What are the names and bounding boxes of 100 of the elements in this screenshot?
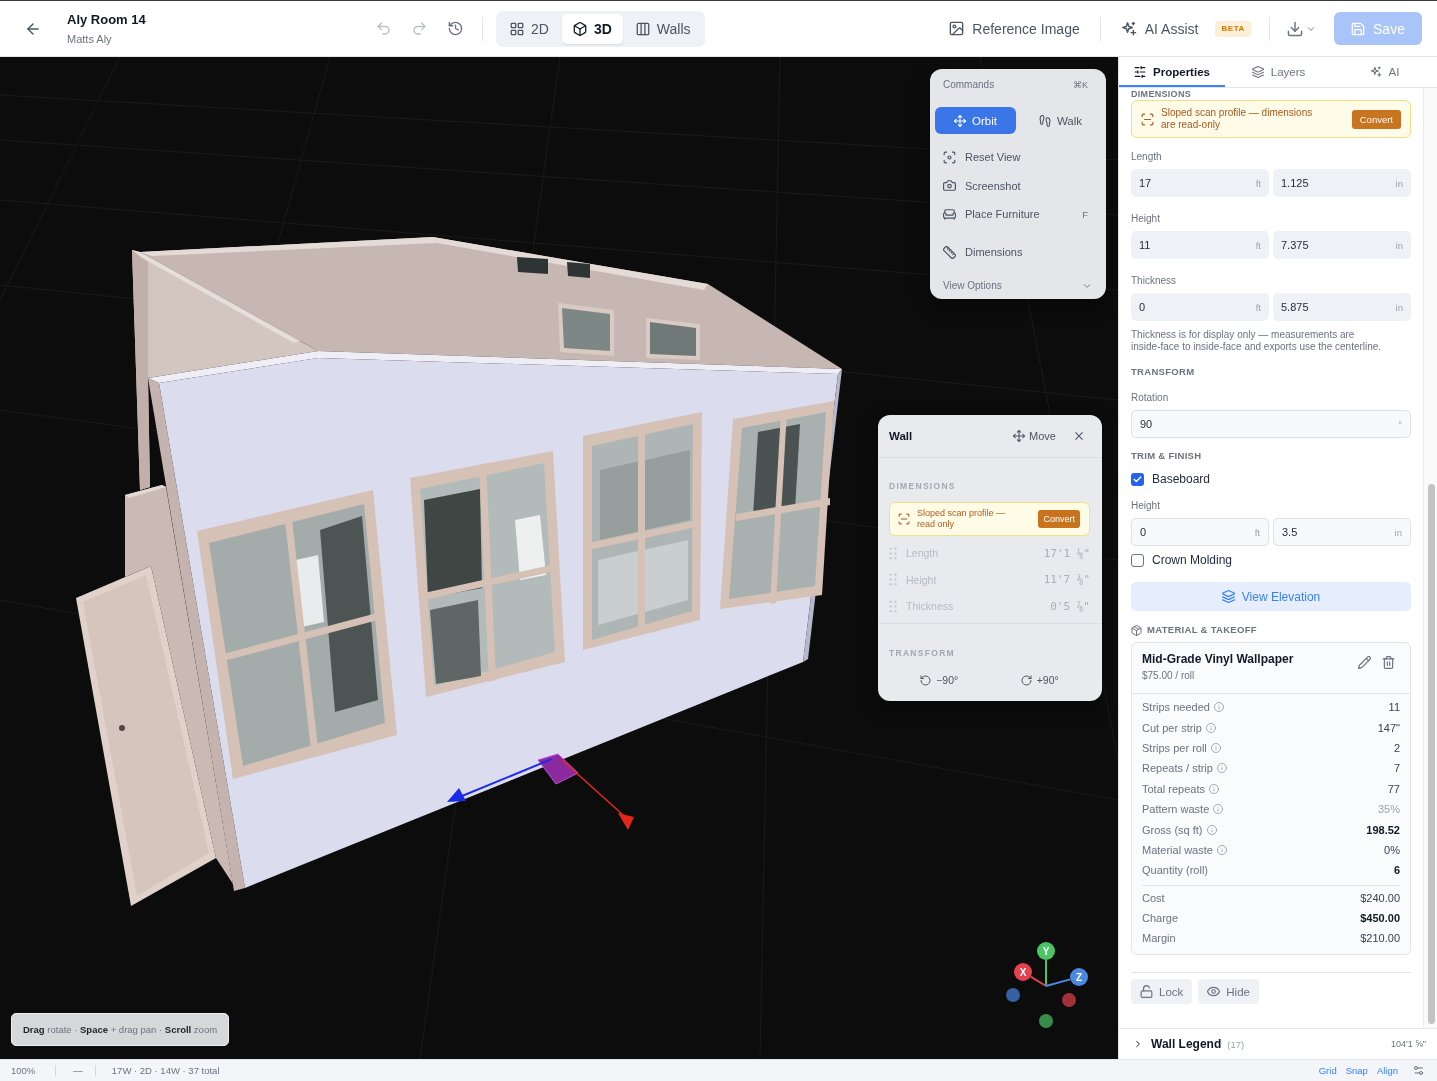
command-item[interactable]: Screenshot [930, 171, 1106, 200]
total-value: $450.00 [1360, 912, 1400, 925]
window[interactable] [517, 257, 548, 274]
arrow-left-icon [25, 20, 41, 37]
checkbox[interactable] [1131, 472, 1144, 486]
edit-button[interactable] [1358, 656, 1371, 669]
redo-icon [411, 21, 427, 36]
move-arrow[interactable] [447, 758, 553, 802]
command-item[interactable]: Place Furniture F [930, 200, 1106, 229]
eye-icon [1207, 985, 1221, 998]
section-heading: DIMENSIONS [889, 481, 957, 491]
convert-button[interactable]: Convert [1038, 510, 1080, 528]
navigation-mode-button[interactable]: Walk [1020, 107, 1101, 134]
measurement-field[interactable]: 0 ft [1131, 518, 1269, 546]
rotate-button[interactable]: +90° [989, 670, 1090, 690]
move-button[interactable]: Move [1013, 430, 1056, 442]
cube-icon [572, 21, 587, 36]
delete-button[interactable] [1382, 656, 1395, 669]
takeoff-value: 6 [1393, 864, 1400, 877]
controls-hint: Drag rotate · Space + drag pan · Scroll zoom [11, 1013, 230, 1046]
window[interactable] [197, 490, 397, 779]
total-value: $210.00 [1360, 932, 1400, 945]
scrollbar-thumb[interactable] [1428, 484, 1435, 1024]
field-label: Thickness [1131, 275, 1177, 287]
status-toggle[interactable]: Snap [1345, 1065, 1368, 1076]
window[interactable] [410, 451, 565, 697]
trash-icon [1382, 656, 1395, 669]
columns-icon [635, 21, 650, 36]
legend-total: 104'1 ⅝" [1391, 1039, 1426, 1049]
rotate-button[interactable]: −90° [889, 670, 990, 690]
rotate-left-icon [920, 674, 932, 686]
hide-button[interactable]: Hide [1198, 979, 1259, 1004]
drag-handle-icon[interactable] [889, 546, 897, 560]
view-mode-tab[interactable]: 2D [499, 13, 560, 44]
close-button[interactable] [1073, 430, 1085, 442]
drag-handle-icon[interactable] [889, 573, 897, 587]
axis-handle[interactable] [1062, 993, 1076, 1007]
takeoff-value: 2 [1393, 741, 1400, 754]
measurement-field[interactable]: 11 ft [1131, 231, 1269, 259]
viewport-canvas[interactable] [0, 57, 1118, 1059]
axis-handle[interactable]: Z [1070, 968, 1088, 986]
axis-handle[interactable] [1006, 988, 1020, 1002]
measurement-field[interactable]: 1.125 in [1273, 169, 1411, 197]
download-icon [1287, 20, 1303, 37]
wall[interactable] [125, 485, 233, 884]
panel-tab[interactable]: AI [1332, 57, 1437, 87]
view-options-toggle[interactable]: View Options [930, 279, 1106, 292]
grid-icon [510, 21, 524, 36]
scan-frame-icon [1141, 112, 1154, 126]
takeoff-value: 7 [1393, 762, 1400, 775]
takeoff-label: Material waste [1142, 843, 1213, 856]
command-item[interactable]: Dimensions [930, 238, 1106, 267]
sliders-icon[interactable] [1413, 1065, 1424, 1076]
rotation-field[interactable]: 90 ° [1131, 410, 1411, 438]
panel-tab[interactable]: Properties [1119, 57, 1225, 87]
material-name: Mid-Grade Vinyl Wallpaper [1142, 652, 1294, 667]
total-label: Charge [1142, 912, 1179, 925]
view-mode-tab[interactable]: 3D [561, 13, 623, 44]
window[interactable] [720, 401, 834, 609]
axis-handle[interactable]: X [1014, 963, 1032, 981]
takeoff-label: Strips needed [1142, 701, 1210, 714]
takeoff-value: 198.52 [1366, 823, 1400, 836]
sparkles-icon [1120, 20, 1137, 37]
reference-image-button[interactable]: Reference Image [949, 13, 1080, 44]
section-heading: MATERIAL & TAKEOFF [1147, 624, 1257, 636]
checkbox-label[interactable]: Baseboard [1152, 472, 1211, 486]
lock-button[interactable]: Lock [1131, 979, 1193, 1004]
padlock-icon [1140, 985, 1153, 998]
status-toggle[interactable]: Grid [1318, 1065, 1337, 1076]
wall-legend-toggle[interactable]: Wall Legend [1133, 1037, 1222, 1051]
checkbox-label[interactable]: Crown Molding [1152, 553, 1233, 567]
command-item[interactable]: Reset View [930, 143, 1106, 172]
status-toggle[interactable]: Align [1376, 1065, 1398, 1076]
section-heading: TRANSFORM [1131, 366, 1196, 378]
checkbox[interactable] [1131, 553, 1144, 567]
image-icon [949, 21, 965, 36]
drag-handle-icon[interactable] [889, 599, 897, 613]
measurement-field[interactable]: 3.5 in [1273, 518, 1411, 546]
view-mode-tab[interactable]: Walls [624, 13, 702, 44]
sofa-icon [943, 207, 956, 221]
panel-tab[interactable]: Layers [1225, 57, 1332, 87]
axis-handle[interactable] [1039, 1014, 1053, 1028]
history-icon [447, 21, 463, 36]
convert-button[interactable]: Convert [1351, 109, 1401, 129]
plane-handle[interactable] [537, 753, 579, 785]
navigation-mode-button[interactable]: Orbit [935, 107, 1016, 134]
section-heading: TRIM & FINISH [1131, 450, 1203, 462]
material-price: $75.00 / roll [1142, 670, 1196, 682]
measurement-field[interactable]: 0 ft [1131, 293, 1269, 321]
project-title: Aly Room 14 [67, 11, 146, 28]
close-icon [1073, 430, 1085, 442]
measurement-field[interactable]: 17 ft [1131, 169, 1269, 197]
window[interactable] [567, 262, 590, 278]
measurement-field[interactable]: 7.375 in [1273, 231, 1411, 259]
measurement-field[interactable]: 5.875 in [1273, 293, 1411, 321]
ai-assist-button[interactable]: AI Assist BETA [1120, 13, 1251, 44]
takeoff-label: Gross (sq ft) [1142, 823, 1203, 836]
package-icon [1131, 624, 1142, 636]
pencil-icon [1358, 656, 1371, 669]
takeoff-label: Cut per strip [1142, 721, 1202, 734]
